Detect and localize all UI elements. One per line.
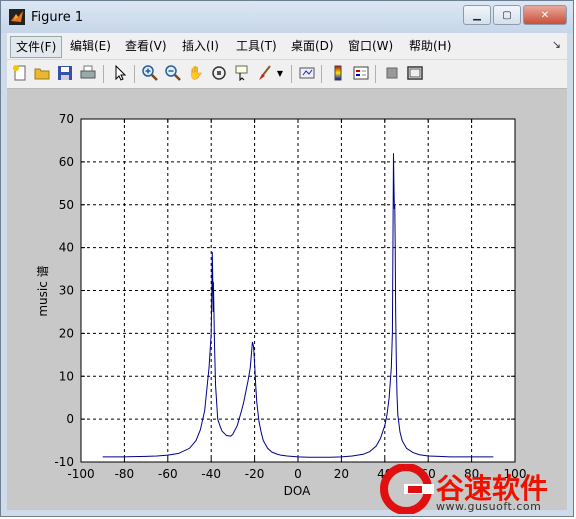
x-tick-label: -60 [158, 467, 178, 481]
y-axis-label: music 谱 [36, 265, 50, 316]
y-tick-labels: -10 0 10 20 30 40 50 60 70 [54, 112, 74, 469]
x-tick-label: -20 [245, 467, 265, 481]
y-tick-label: -10 [54, 455, 74, 469]
y-tick-label: 20 [59, 326, 74, 340]
y-tick-label: 30 [59, 284, 74, 298]
y-tick-label: 50 [59, 198, 74, 212]
y-tick-label: 60 [59, 155, 74, 169]
x-tick-label: -80 [115, 467, 135, 481]
y-tick-label: 10 [59, 369, 74, 383]
watermark-logo [380, 464, 434, 514]
x-tick-label: -40 [201, 467, 221, 481]
watermark-url: www.gusuoft.com [436, 500, 542, 513]
x-tick-label: 20 [334, 467, 349, 481]
x-tick-label: -100 [67, 467, 94, 481]
y-tick-label: 70 [59, 112, 74, 126]
y-tick-label: 0 [66, 412, 74, 426]
x-axis-label: DOA [284, 484, 311, 498]
x-tick-label: 0 [294, 467, 302, 481]
plot-svg: -100 -80 -60 -40 -20 0 20 40 60 80 100 -1001020304… [36, 112, 526, 498]
y-tick-label: 40 [59, 241, 74, 255]
